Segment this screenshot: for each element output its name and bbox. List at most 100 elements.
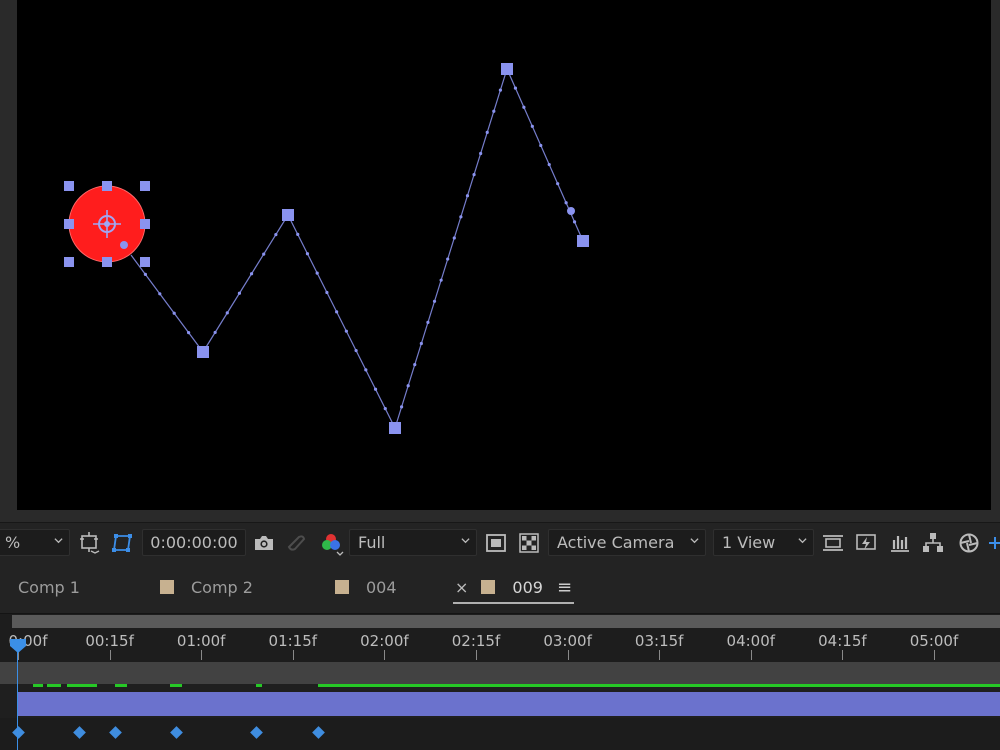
motion-path-frame-dot	[213, 330, 217, 335]
bounding-box-handle[interactable]	[102, 257, 112, 267]
panel-menu-icon[interactable]: ≡	[557, 577, 572, 598]
motion-path-frame-dot	[446, 257, 450, 261]
motion-path-frame-dot	[274, 232, 278, 237]
work-area-bar[interactable]	[0, 662, 1000, 684]
ruler-tick	[567, 650, 569, 660]
motion-path[interactable]	[17, 0, 991, 510]
motion-path-frame-dot	[479, 151, 483, 156]
keyframe-row	[0, 718, 1000, 750]
ruler-label: 00:15f	[85, 632, 134, 650]
keyframe-handle[interactable]	[282, 209, 294, 221]
cache-segment	[256, 684, 262, 687]
ruler-label: 03:00f	[543, 632, 592, 650]
motion-path-point	[120, 241, 128, 249]
tab-comp-2[interactable]: Comp 2	[160, 575, 253, 599]
keyframe-handle[interactable]	[501, 63, 513, 75]
magnification-value: %	[5, 533, 21, 552]
cache-segment	[47, 684, 61, 687]
cache-segment	[33, 684, 43, 687]
bounding-box-handle[interactable]	[64, 181, 74, 191]
motion-path-frame-dot	[364, 368, 368, 372]
transparency-checkerboard-icon[interactable]	[517, 529, 541, 556]
toggle-pixel-aspect-icon[interactable]	[821, 529, 845, 556]
region-of-interest-icon[interactable]	[78, 529, 102, 556]
viewer-toolbar: % 0:00:00:00 Full Active Camera 1 View	[0, 522, 1000, 564]
keyframe-handle[interactable]	[577, 235, 589, 247]
timeline-icon[interactable]	[888, 529, 912, 556]
motion-path-frame-dot	[572, 220, 577, 224]
motion-path-frame-dot	[539, 143, 543, 148]
resolution-dropdown[interactable]: Full	[349, 529, 477, 556]
ruler-tick	[201, 650, 203, 660]
motion-path-frame-dot	[426, 320, 430, 325]
cache-segment	[67, 684, 97, 687]
fast-preview-lightning-icon[interactable]	[854, 529, 878, 556]
bounding-box-handle[interactable]	[140, 219, 150, 229]
ruler-label: 03:15f	[634, 632, 684, 650]
layer-duration-bar[interactable]	[17, 692, 1000, 716]
timecode-value: 0:00:00:00	[150, 533, 238, 552]
exposure-reset-icon[interactable]	[957, 529, 981, 556]
bounding-box-handle[interactable]	[140, 257, 150, 267]
bounding-box-handle[interactable]	[64, 219, 74, 229]
tab-004[interactable]: 004	[335, 575, 397, 599]
keyframe-handle[interactable]	[197, 346, 209, 358]
flowchart-icon[interactable]	[921, 529, 945, 556]
ruler-tick	[109, 650, 111, 660]
motion-path-frame-dot	[406, 384, 410, 388]
position-keyframe[interactable]	[249, 726, 263, 739]
motion-path-frame-dot	[498, 88, 503, 92]
time-ruler[interactable]: 0:00f 00:15f 01:00f 01:15f 02:00f 02:15f 03:00…	[0, 614, 1000, 662]
chevron-down-icon	[690, 538, 699, 544]
ruler-tick	[934, 650, 935, 660]
bounding-box-handle[interactable]	[102, 181, 112, 191]
label-color-swatch	[481, 580, 496, 594]
cache-segment	[318, 684, 1000, 687]
ruler-label: 04:15f	[818, 632, 867, 650]
motion-path-frame-dot	[564, 201, 568, 205]
position-keyframe[interactable]	[108, 726, 122, 739]
tab-label: 004	[366, 577, 397, 597]
tab-label: Comp 2	[191, 577, 253, 597]
ruler-label: 05:00f	[909, 632, 959, 650]
motion-path-frame-dot	[459, 215, 463, 219]
position-keyframe[interactable]	[169, 726, 183, 739]
motion-path-frame-dot	[472, 172, 476, 177]
tab-009[interactable]: × 009 ≡	[453, 575, 575, 604]
ruler-tick	[750, 650, 752, 660]
fast-previews-icon[interactable]	[484, 529, 508, 556]
camera-snapshot-icon[interactable]	[252, 529, 276, 556]
position-keyframe[interactable]	[11, 726, 25, 739]
motion-path-frame-dot	[556, 182, 560, 186]
motion-path-frame-dot	[249, 272, 254, 276]
position-keyframe[interactable]	[311, 726, 325, 739]
show-snapshot-icon[interactable]	[285, 529, 309, 556]
keyframe-handle[interactable]	[389, 422, 401, 434]
current-time-indicator[interactable]	[9, 638, 27, 654]
chevron-down-icon	[54, 538, 63, 544]
view-layout-dropdown[interactable]: 1 View	[713, 529, 814, 556]
motion-path-frame-dot	[492, 109, 496, 113]
plus-icon[interactable]	[988, 529, 1000, 556]
motion-path-frame-dot	[465, 194, 470, 198]
motion-path-frame-dot	[485, 130, 489, 134]
color-channels-icon[interactable]	[318, 529, 344, 556]
transparency-grid-toggle-icon[interactable]	[111, 529, 135, 556]
position-keyframe[interactable]	[72, 726, 86, 739]
tab-comp-1[interactable]: Comp 1	[18, 575, 80, 599]
tab-label: 009	[512, 577, 543, 597]
magnification-dropdown[interactable]: %	[0, 529, 70, 556]
motion-path-frame-dot	[439, 278, 443, 282]
motion-path-frame-dot	[225, 311, 229, 315]
bounding-box-handle[interactable]	[140, 181, 150, 191]
chevron-down-icon	[461, 538, 470, 544]
close-icon[interactable]: ×	[455, 578, 468, 597]
current-time-display[interactable]: 0:00:00:00	[142, 529, 246, 556]
camera-view-dropdown[interactable]: Active Camera	[548, 529, 706, 556]
bounding-box-handle[interactable]	[64, 257, 74, 267]
motion-path-frame-dot	[172, 311, 176, 315]
time-navigator-bar[interactable]	[12, 615, 1000, 628]
motion-path-frame-dot	[158, 292, 162, 296]
composition-canvas[interactable]	[17, 0, 991, 510]
motion-path-point	[567, 207, 575, 215]
